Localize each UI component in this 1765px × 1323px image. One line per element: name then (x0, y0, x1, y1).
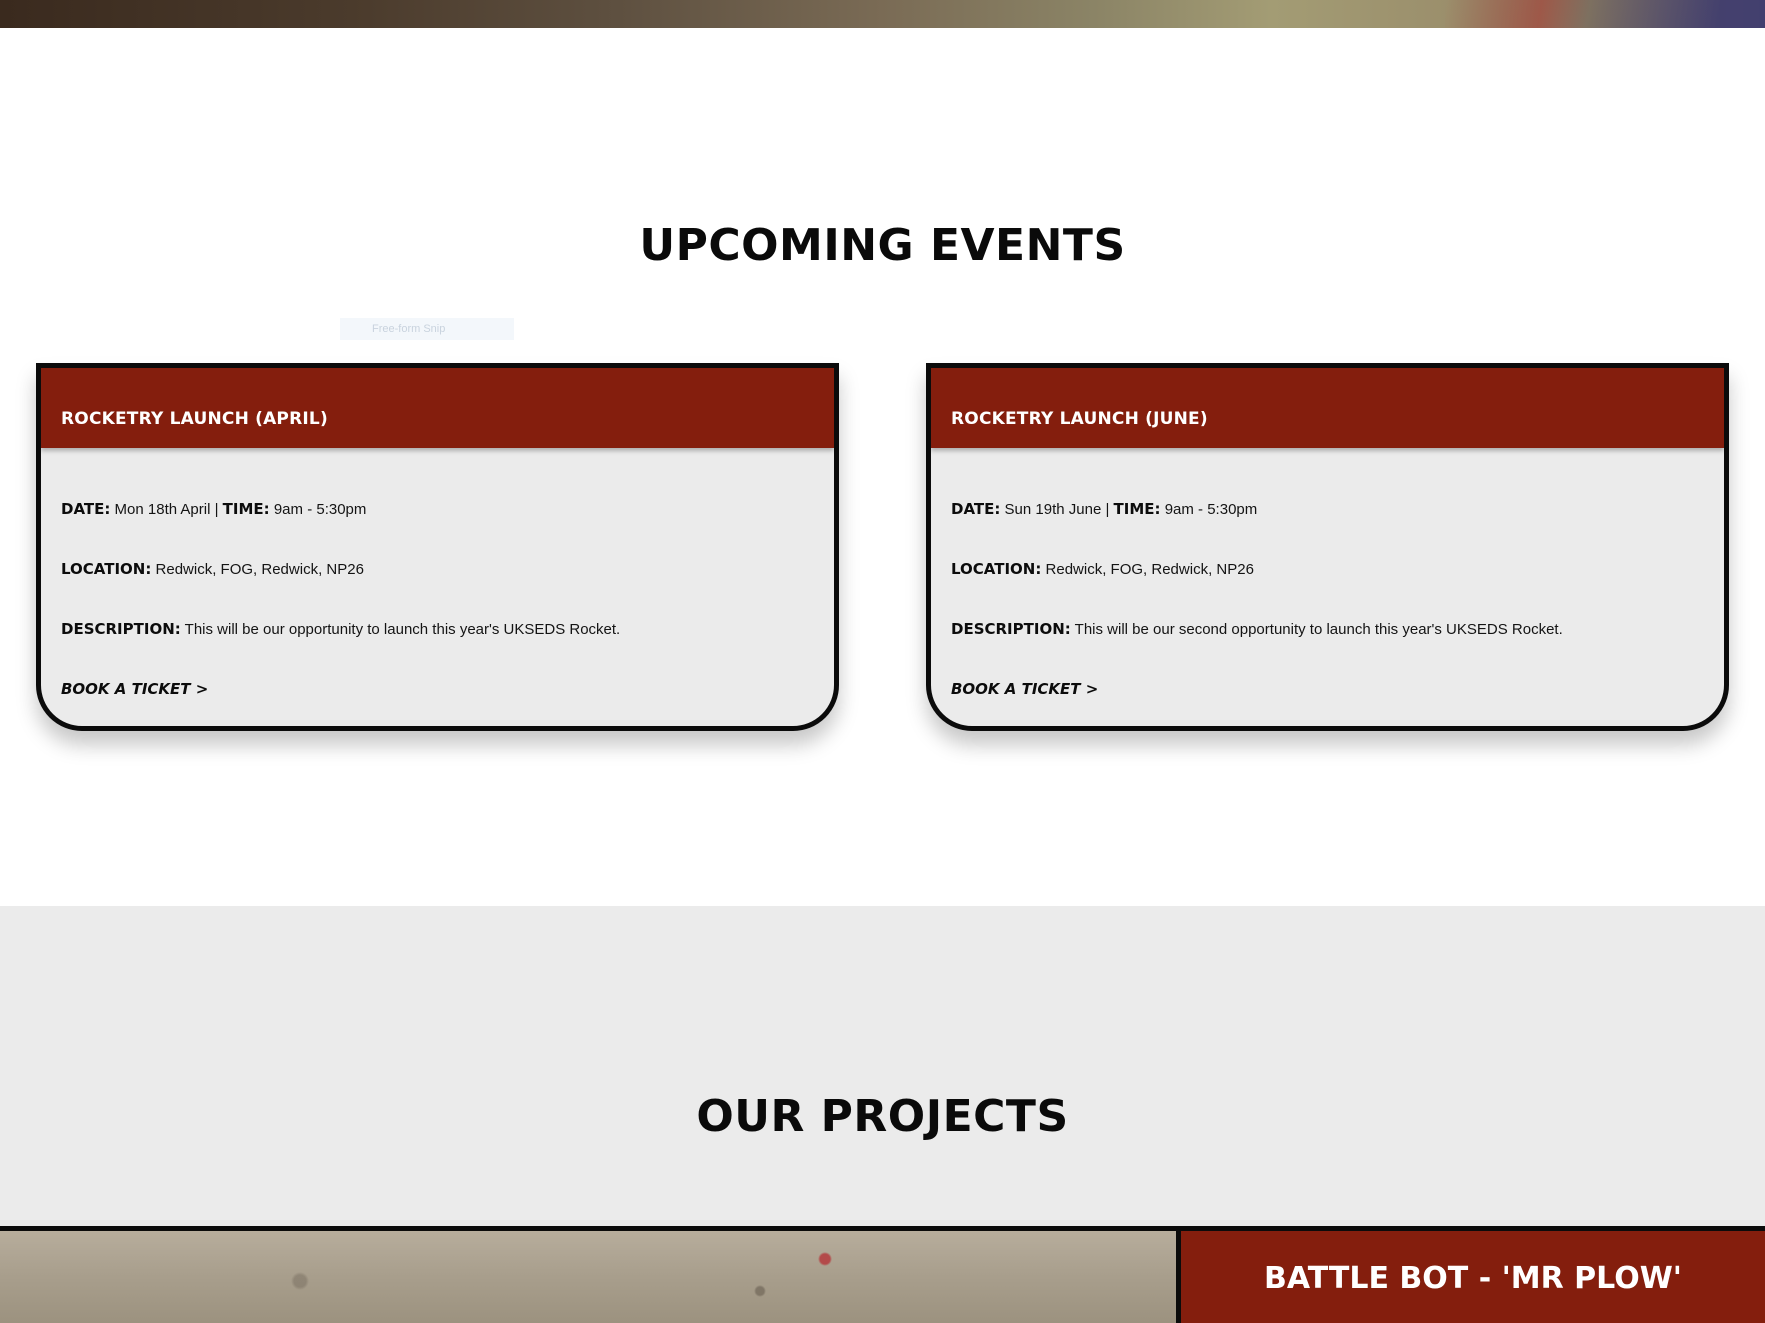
event-location-row: LOCATION: Redwick, FOG, Redwick, NP26 (61, 560, 364, 578)
date-value: Mon 18th April | (114, 501, 219, 518)
book-ticket-link[interactable]: BOOK A TICKET > (951, 680, 1098, 698)
event-card-title: ROCKETRY LAUNCH (APRIL) (41, 368, 834, 448)
our-projects-title: OUR PROJECTS (696, 1091, 1069, 1142)
time-value: 9am - 5:30pm (273, 501, 367, 518)
snip-tooltip: Free-form Snip (340, 318, 514, 340)
date-label: DATE: (951, 500, 1001, 518)
book-ticket-link[interactable]: BOOK A TICKET > (61, 680, 208, 698)
event-card-title: ROCKETRY LAUNCH (JUNE) (931, 368, 1724, 448)
time-value: 9am - 5:30pm (1164, 501, 1258, 518)
time-label: TIME: (222, 500, 270, 518)
event-description-row: DESCRIPTION: This will be our second opp… (951, 620, 1563, 638)
description-value: This will be our opportunity to launch t… (184, 621, 621, 638)
project-image[interactable] (0, 1231, 1176, 1323)
location-value: Redwick, FOG, Redwick, NP26 (155, 561, 364, 578)
event-location-row: LOCATION: Redwick, FOG, Redwick, NP26 (951, 560, 1254, 578)
location-label: LOCATION: (61, 560, 152, 578)
event-date-row: DATE: Sun 19th June | TIME: 9am - 5:30pm (951, 500, 1257, 518)
description-label: DESCRIPTION: (61, 620, 181, 638)
upcoming-events-section: UPCOMING EVENTS Free-form Snip ROCKETRY … (0, 28, 1765, 906)
description-label: DESCRIPTION: (951, 620, 1071, 638)
event-description-row: DESCRIPTION: This will be our opportunit… (61, 620, 620, 638)
date-label: DATE: (61, 500, 111, 518)
date-value: Sun 19th June | (1004, 501, 1110, 518)
upcoming-events-title: UPCOMING EVENTS (639, 220, 1126, 271)
location-value: Redwick, FOG, Redwick, NP26 (1045, 561, 1254, 578)
our-projects-section: OUR PROJECTS BATTLE BOT - 'MR PLOW' (0, 906, 1765, 1323)
event-card-april: ROCKETRY LAUNCH (APRIL) DATE: Mon 18th A… (36, 363, 839, 731)
location-label: LOCATION: (951, 560, 1042, 578)
hero-image-accent (1445, 0, 1765, 28)
description-value: This will be our second opportunity to l… (1074, 621, 1563, 638)
hero-image (0, 0, 1765, 28)
time-label: TIME: (1113, 500, 1161, 518)
event-date-row: DATE: Mon 18th April | TIME: 9am - 5:30p… (61, 500, 366, 518)
project-title-panel[interactable]: BATTLE BOT - 'MR PLOW' (1181, 1231, 1765, 1323)
event-card-june: ROCKETRY LAUNCH (JUNE) DATE: Sun 19th Ju… (926, 363, 1729, 731)
project-feature-row[interactable]: BATTLE BOT - 'MR PLOW' (0, 1226, 1765, 1323)
